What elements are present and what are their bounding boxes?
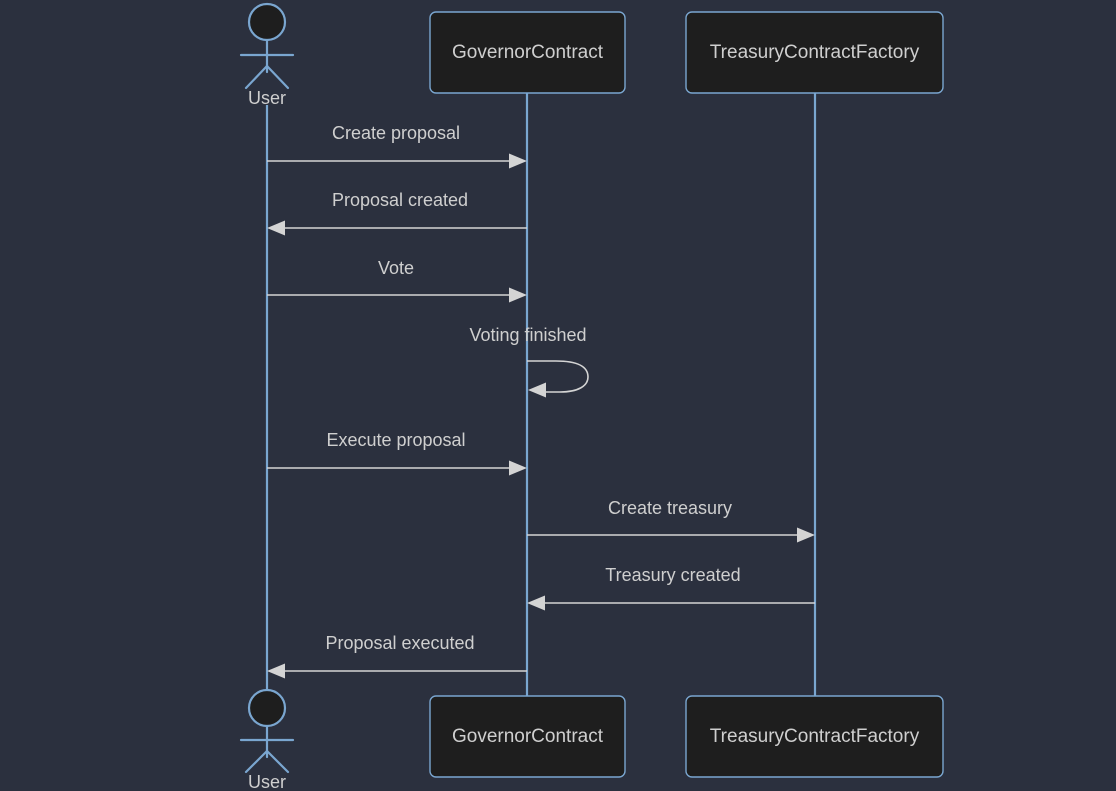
participant-actor-user-bottom[interactable]: User — [239, 688, 295, 791]
message-label-proposal-created: Proposal created — [332, 190, 468, 210]
participant-box-treasurycontractfactory-bottom[interactable]: TreasuryContractFactory — [685, 695, 944, 778]
sequence-diagram-svg: User GovernorContract TreasuryContractFa… — [239, 2, 944, 791]
actor-left-leg-icon — [244, 64, 269, 90]
arrow-head-right-execute-proposal — [509, 460, 527, 476]
message-proposal-executed[interactable]: Proposal executed — [267, 633, 527, 679]
arrow-head-left-proposal-executed — [267, 663, 285, 679]
arrow-head-right-create-proposal — [509, 153, 527, 169]
arrow-head-left-proposal-created — [267, 220, 285, 236]
message-proposal-created[interactable]: Proposal created — [267, 190, 527, 236]
participant-box-governorcontract-top[interactable]: GovernorContract — [429, 11, 626, 94]
message-label-proposal-executed: Proposal executed — [325, 633, 474, 653]
participant-box-governorcontract-bottom[interactable]: GovernorContract — [429, 695, 626, 778]
participant-label-user-top: User — [248, 88, 286, 108]
actor-head-icon — [247, 2, 287, 42]
arrow-head-right-create-treasury — [797, 527, 815, 543]
participant-box-treasurycontractfactory-top[interactable]: TreasuryContractFactory — [685, 11, 944, 94]
actor-right-leg-icon-bottom — [265, 749, 290, 774]
message-execute-proposal[interactable]: Execute proposal — [267, 430, 527, 476]
message-label-voting-finished: Voting finished — [469, 325, 586, 345]
message-label-create-treasury: Create treasury — [608, 498, 732, 518]
participant-label-governorcontract-bottom: GovernorContract — [452, 726, 604, 747]
participant-actor-user-top[interactable]: User — [239, 2, 295, 108]
message-label-create-proposal: Create proposal — [332, 123, 460, 143]
message-create-treasury[interactable]: Create treasury — [527, 498, 815, 543]
message-label-treasury-created: Treasury created — [605, 565, 740, 585]
participant-label-treasurycontractfactory-bottom: TreasuryContractFactory — [710, 726, 920, 747]
actor-left-leg-icon-bottom — [244, 749, 269, 774]
message-vote[interactable]: Vote — [267, 258, 527, 303]
sequence-diagram-canvas: User GovernorContract TreasuryContractFa… — [0, 0, 1116, 791]
message-label-execute-proposal: Execute proposal — [326, 430, 465, 450]
message-label-vote: Vote — [378, 258, 414, 278]
message-treasury-created[interactable]: Treasury created — [527, 565, 815, 611]
arrow-head-right-vote — [509, 287, 527, 303]
message-voting-finished[interactable]: Voting finished — [469, 325, 589, 398]
participant-label-governorcontract-top: GovernorContract — [452, 42, 604, 63]
actor-right-leg-icon — [265, 64, 290, 90]
message-create-proposal[interactable]: Create proposal — [267, 123, 527, 169]
participant-label-user-bottom: User — [248, 772, 286, 791]
participant-label-treasurycontractfactory-top: TreasuryContractFactory — [710, 42, 920, 63]
arrow-head-left-treasury-created — [527, 595, 545, 611]
actor-head-icon-bottom — [247, 688, 287, 728]
arrow-head-self-voting-finished — [528, 382, 546, 398]
